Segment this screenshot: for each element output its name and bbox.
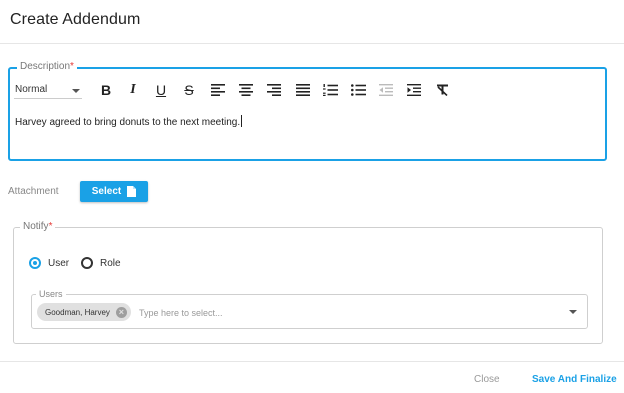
strikethrough-icon: S bbox=[184, 82, 194, 98]
header-divider bbox=[0, 43, 624, 44]
user-chip-label: Goodman, Harvey bbox=[45, 307, 110, 317]
underline-icon: U bbox=[155, 82, 167, 98]
align-right-icon bbox=[267, 84, 281, 96]
radio-user-label: User bbox=[48, 257, 70, 269]
outdent-button[interactable] bbox=[378, 81, 394, 99]
file-icon bbox=[127, 186, 137, 197]
bullet-list-icon bbox=[350, 84, 366, 96]
editor-toolbar: Normal B I U S bbox=[14, 81, 604, 101]
align-justify-icon bbox=[296, 84, 310, 96]
users-label: Users bbox=[36, 289, 66, 299]
select-button-label: Select bbox=[91, 186, 122, 197]
clear-format-button[interactable] bbox=[434, 81, 450, 99]
ordered-list-button[interactable] bbox=[322, 81, 338, 99]
required-mark: * bbox=[48, 221, 53, 232]
outdent-icon bbox=[379, 84, 393, 96]
footer-divider bbox=[0, 361, 624, 362]
strikethrough-button[interactable]: S bbox=[181, 81, 197, 99]
chevron-down-icon bbox=[72, 89, 80, 93]
indent-button[interactable] bbox=[406, 81, 422, 99]
text-format-value: Normal bbox=[15, 84, 48, 95]
align-left-button[interactable] bbox=[210, 81, 226, 99]
italic-button[interactable]: I bbox=[125, 81, 141, 99]
chevron-down-icon[interactable] bbox=[569, 310, 577, 314]
description-label: Description* bbox=[17, 61, 77, 72]
align-center-icon bbox=[239, 84, 253, 96]
align-center-button[interactable] bbox=[238, 81, 254, 99]
radio-role[interactable]: Role bbox=[81, 257, 121, 269]
text-format-select[interactable]: Normal bbox=[14, 82, 82, 99]
radio-selected-icon bbox=[29, 257, 41, 269]
save-and-finalize-button[interactable]: Save And Finalize bbox=[532, 374, 617, 385]
close-button[interactable]: Close bbox=[474, 374, 500, 385]
radio-user[interactable]: User bbox=[29, 257, 69, 269]
user-chip: Goodman, Harvey × bbox=[37, 303, 131, 321]
align-left-icon bbox=[211, 84, 225, 96]
text-cursor bbox=[241, 115, 243, 127]
bullet-list-button[interactable] bbox=[350, 81, 366, 99]
create-addendum-dialog: Create Addendum Description* Normal B I … bbox=[0, 0, 624, 393]
clear-format-icon bbox=[436, 84, 448, 96]
indent-icon bbox=[407, 84, 421, 96]
description-text[interactable]: Harvey agreed to bring donuts to the nex… bbox=[15, 115, 243, 128]
bold-icon: B bbox=[100, 82, 112, 98]
radio-unselected-icon bbox=[81, 257, 93, 269]
required-mark: * bbox=[70, 61, 74, 72]
bold-button[interactable]: B bbox=[98, 81, 114, 99]
notify-label: Notify* bbox=[20, 221, 56, 232]
align-justify-button[interactable] bbox=[295, 81, 311, 99]
remove-chip-icon[interactable]: × bbox=[115, 306, 127, 318]
underline-button[interactable]: U bbox=[153, 81, 169, 99]
dialog-title: Create Addendum bbox=[10, 11, 141, 28]
users-search-input[interactable] bbox=[139, 306, 519, 319]
radio-role-label: Role bbox=[100, 257, 121, 269]
align-right-button[interactable] bbox=[266, 81, 282, 99]
select-attachment-button[interactable]: Select bbox=[80, 181, 148, 202]
italic-icon: I bbox=[130, 82, 136, 97]
ordered-list-icon bbox=[322, 84, 338, 96]
attachment-label: Attachment bbox=[8, 186, 59, 197]
description-value: Harvey agreed to bring donuts to the nex… bbox=[15, 117, 241, 128]
